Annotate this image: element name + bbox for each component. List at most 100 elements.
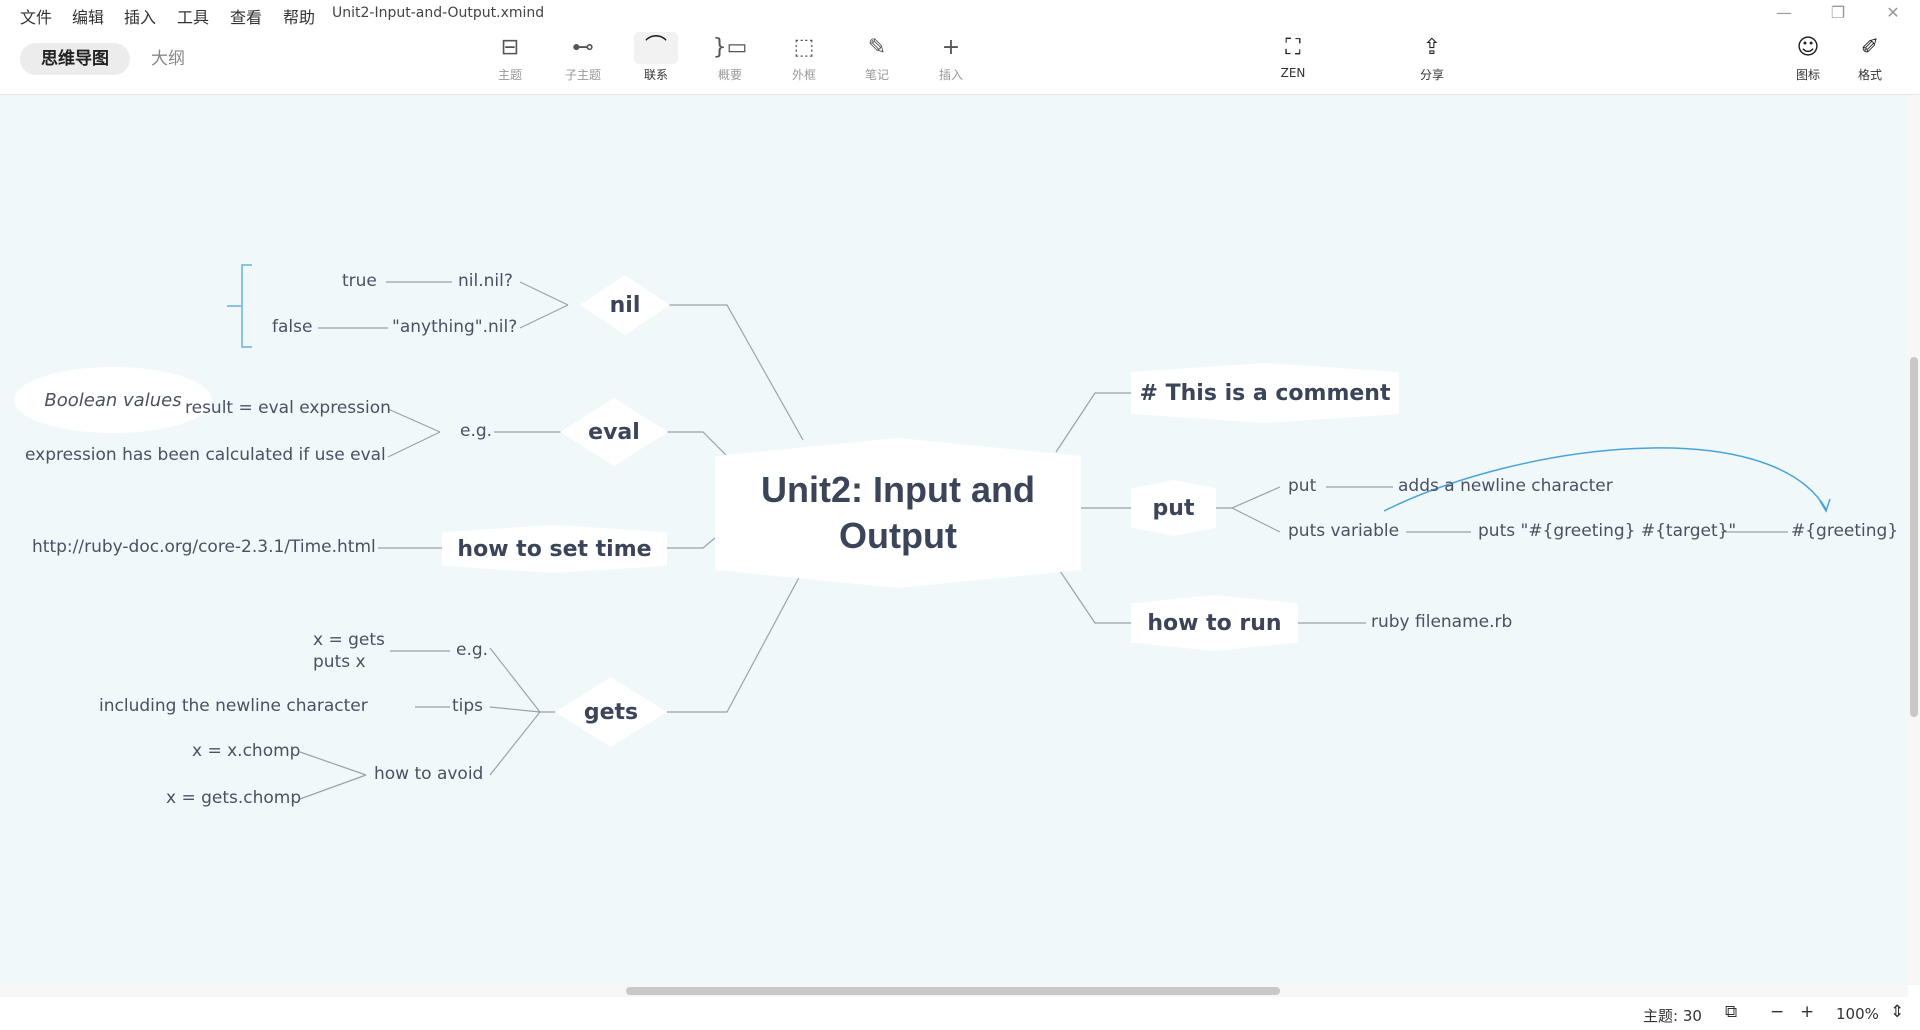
map-overview-icon[interactable]: ⧉ <box>1725 1002 1737 1022</box>
subtopic-gets-chomp[interactable]: x = gets.chomp <box>166 788 301 808</box>
topic-how-to-run[interactable]: how to run <box>1131 595 1298 651</box>
subtopic-ruby-filename[interactable]: ruby filename.rb <box>1371 612 1512 632</box>
plus-icon: + <box>941 35 961 60</box>
summary-button[interactable]: }▭ 概要 <box>699 28 761 94</box>
zoom-out-button[interactable]: − <box>1770 1002 1784 1022</box>
subtopic-icon: ⊷ <box>572 35 594 60</box>
vertical-scroll-thumb[interactable] <box>1910 357 1918 717</box>
subtopic-gets-eg[interactable]: e.g. <box>456 640 488 660</box>
status-bar: 主题: 30 ⧉ − + 100% ⇕ <box>0 997 1920 1030</box>
subtopic-time-url[interactable]: http://ruby-doc.org/core-2.3.1/Time.html <box>32 537 376 557</box>
subtopic-false[interactable]: false <box>272 317 312 337</box>
subtopic-nil-nil[interactable]: nil.nil? <box>458 271 513 291</box>
connector-central-run <box>1055 564 1131 624</box>
relationship-label: 联系 <box>643 68 668 82</box>
notes-icon: ✎ <box>867 35 887 60</box>
connector-nil-children <box>519 281 569 329</box>
minimize-button[interactable]: — <box>1774 3 1794 23</box>
tab-mindmap[interactable]: 思维导图 <box>20 43 130 75</box>
topic-button[interactable]: ⊟ 主题 <box>479 28 541 94</box>
connector-central-gets <box>667 569 804 713</box>
share-icon: ⇪ <box>1422 35 1442 60</box>
format-panel-label: 格式 <box>1857 68 1882 82</box>
connector-put-children <box>1216 486 1281 533</box>
summary-bracket <box>227 264 252 348</box>
restore-button[interactable]: ❐ <box>1828 3 1848 23</box>
zoom-in-button[interactable]: + <box>1800 1002 1814 1022</box>
smiley-icon: ☺ <box>1796 35 1820 60</box>
subtopic-label: 子主题 <box>564 68 601 82</box>
zoom-stepper-icon[interactable]: ⇕ <box>1890 1002 1904 1022</box>
icons-panel-button[interactable]: ☺ 图标 <box>1777 28 1839 94</box>
connector-central-comment <box>1055 392 1131 453</box>
summary-icon: }▭ <box>712 35 748 60</box>
subtopic-tips[interactable]: tips <box>452 696 483 716</box>
subtopic-puts-x: puts x <box>313 652 366 672</box>
subtopic-x-equals-gets: x = gets <box>313 630 385 650</box>
icons-panel-label: 图标 <box>1795 68 1820 82</box>
tab-outline[interactable]: 大纲 <box>140 43 196 75</box>
file-name: Unit2-Input-and-Output.xmind <box>332 5 545 21</box>
notes-button[interactable]: ✎ 笔记 <box>846 28 908 94</box>
subtopic-put[interactable]: put <box>1288 476 1316 496</box>
zen-icon: ⛶ <box>1285 35 1301 60</box>
subtopic-greeting[interactable]: #{greeting} <box>1791 521 1898 541</box>
menu-edit[interactable]: 编辑 <box>72 4 104 28</box>
menu-tools[interactable]: 工具 <box>177 4 209 28</box>
horizontal-scrollbar[interactable] <box>0 985 1908 997</box>
relationship-icon: ⌒ <box>634 32 678 64</box>
topic-put[interactable]: put <box>1131 480 1216 536</box>
connector-central-nil <box>667 304 804 441</box>
brush-icon: ✐ <box>1860 35 1880 60</box>
menu-help[interactable]: 帮助 <box>283 4 315 28</box>
boundary-button[interactable]: ⬚ 外框 <box>773 28 835 94</box>
connector-central-settime <box>667 537 716 549</box>
relationship-button[interactable]: ⌒ 联系 <box>625 28 687 94</box>
zoom-level[interactable]: 100% <box>1836 1005 1879 1023</box>
connector-gets-children <box>489 647 555 776</box>
central-line-1: Unit2: Input and <box>761 469 1035 510</box>
connector-gets-eg-tips <box>390 650 450 708</box>
subtopic-puts-variable[interactable]: puts variable <box>1288 521 1399 541</box>
subtopic-button[interactable]: ⊷ 子主题 <box>552 28 614 94</box>
subtopic-adds-newline[interactable]: adds a newline character <box>1398 476 1613 496</box>
insert-button[interactable]: + 插入 <box>920 28 982 94</box>
menu-file[interactable]: 文件 <box>20 4 52 28</box>
summary-label: 概要 <box>717 68 742 82</box>
vertical-scrollbar[interactable] <box>1908 95 1920 985</box>
relationship-arrowhead <box>1819 498 1831 513</box>
subtopic-eval-eg[interactable]: e.g. <box>460 421 492 441</box>
menu-insert[interactable]: 插入 <box>124 4 156 28</box>
zen-button[interactable]: ⛶ ZEN <box>1262 28 1324 94</box>
notes-label: 笔记 <box>864 68 889 82</box>
share-button[interactable]: ⇪ 分享 <box>1401 28 1463 94</box>
connector-gets-avoid <box>299 751 367 800</box>
subtopic-true[interactable]: true <box>342 271 377 291</box>
share-label: 分享 <box>1419 68 1444 82</box>
zen-label: ZEN <box>1280 66 1306 80</box>
subtopic-expression-calculated[interactable]: expression has been calculated if use ev… <box>25 445 386 465</box>
topic-this-is-a-comment[interactable]: # This is a comment <box>1131 363 1399 423</box>
central-line-2: Output <box>839 515 957 556</box>
central-topic[interactable]: Unit2: Input and Output <box>715 438 1081 588</box>
subtopic-x-chomp[interactable]: x = x.chomp <box>192 741 300 761</box>
mindmap-canvas[interactable]: Unit2: Input and Output nil nil.nil? "any… <box>0 95 1908 985</box>
boundary-label: 外框 <box>791 68 816 82</box>
format-panel-button[interactable]: ✐ 格式 <box>1839 28 1901 94</box>
connector-central-eval <box>667 431 729 458</box>
subtopic-result-eval[interactable]: result = eval expression <box>185 398 391 418</box>
subtopic-newline-character[interactable]: including the newline character <box>99 696 368 716</box>
subtopic-puts-greeting-target[interactable]: puts "#{greeting} #{target}" <box>1478 521 1736 541</box>
subtopic-anything-nil[interactable]: "anything".nil? <box>392 317 517 337</box>
toolbar: 思维导图 大纲 ⊟ 主题 ⊷ 子主题 ⌒ 联系 }▭ 概要 ⬚ 外框 ✎ 笔记 … <box>0 28 1920 95</box>
summary-boolean-values[interactable]: Boolean values <box>14 367 212 433</box>
close-button[interactable]: ✕ <box>1883 3 1903 23</box>
boundary-icon: ⬚ <box>793 35 815 60</box>
horizontal-scroll-thumb[interactable] <box>626 987 1280 995</box>
subtopic-how-to-avoid[interactable]: how to avoid <box>374 764 483 784</box>
topic-how-to-set-time[interactable]: how to set time <box>442 525 667 573</box>
topic-icon: ⊟ <box>500 35 520 60</box>
insert-label: 插入 <box>938 68 963 82</box>
connector-eval-children <box>387 408 441 458</box>
menu-view[interactable]: 查看 <box>230 4 262 28</box>
